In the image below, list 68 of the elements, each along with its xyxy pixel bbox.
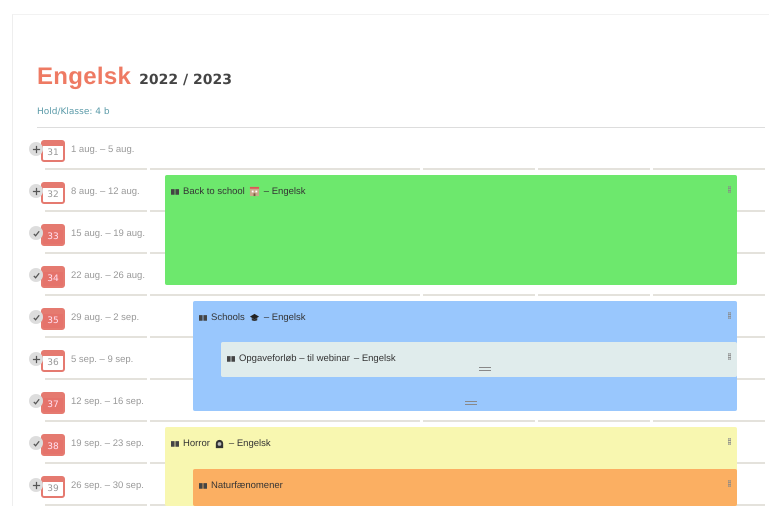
week-dates: 12 sep. – 16 sep. bbox=[71, 396, 144, 406]
week-dates: 22 aug. – 26 aug. bbox=[71, 270, 145, 280]
course-card[interactable]: Back to school – Engelsk bbox=[165, 175, 737, 285]
book-icon bbox=[199, 314, 207, 321]
course-title: Horror bbox=[183, 438, 210, 449]
week-number: 37 bbox=[41, 392, 65, 414]
drag-handle-icon[interactable] bbox=[728, 186, 731, 193]
course-title: Schools bbox=[211, 312, 245, 323]
school-year: 2022 / 2023 bbox=[139, 72, 232, 88]
course-card[interactable]: Schools – Engelsk Opgaveforløb – til webinar – Engelsk bbox=[193, 301, 737, 411]
course-title: Naturfænomener bbox=[211, 480, 283, 491]
add-button[interactable] bbox=[29, 142, 43, 156]
book-icon bbox=[171, 440, 179, 447]
check-icon bbox=[32, 396, 40, 406]
check-icon bbox=[32, 270, 40, 280]
week-number: 32 bbox=[41, 182, 65, 204]
check-icon bbox=[32, 312, 40, 322]
course-subject: – Engelsk bbox=[354, 353, 396, 364]
drag-handle-icon[interactable] bbox=[728, 312, 731, 319]
add-button[interactable] bbox=[29, 478, 43, 492]
course-subject: – Engelsk bbox=[228, 438, 271, 449]
course-subject: – Engelsk bbox=[264, 186, 306, 197]
check-icon bbox=[32, 438, 40, 448]
drag-handle-icon[interactable] bbox=[728, 480, 731, 487]
book-icon bbox=[227, 355, 235, 362]
course-subject: – Engelsk bbox=[264, 312, 306, 323]
week-number: 33 bbox=[41, 224, 65, 246]
class-label: Hold/Klasse: 4 b bbox=[37, 107, 111, 117]
book-icon bbox=[171, 188, 179, 195]
check-button[interactable] bbox=[29, 268, 43, 282]
plus-icon bbox=[32, 144, 40, 154]
plus-icon bbox=[32, 354, 40, 364]
week-number: 38 bbox=[41, 434, 65, 456]
week-number: 36 bbox=[41, 350, 65, 372]
course-title: Opgaveforløb – til webinar bbox=[239, 353, 350, 364]
week-number: 39 bbox=[41, 476, 65, 498]
week-dates: 1 aug. – 5 aug. bbox=[71, 144, 134, 154]
week-dates: 8 aug. – 12 aug. bbox=[71, 186, 140, 196]
hooded-figure-icon bbox=[214, 438, 225, 449]
week-number: 35 bbox=[41, 308, 65, 330]
check-button[interactable] bbox=[29, 436, 43, 450]
add-button[interactable] bbox=[29, 184, 43, 198]
drag-handle-icon[interactable] bbox=[728, 438, 731, 445]
week-dates: 26 sep. – 30 sep. bbox=[71, 480, 144, 490]
check-icon bbox=[32, 228, 40, 238]
plus-icon bbox=[32, 480, 40, 490]
mortarboard-icon bbox=[248, 312, 260, 323]
resize-handle-icon[interactable] bbox=[465, 401, 477, 405]
week-number: 34 bbox=[41, 266, 65, 288]
plus-icon bbox=[32, 186, 40, 196]
resize-handle-icon[interactable] bbox=[479, 367, 491, 371]
course-card[interactable]: Naturfænomener bbox=[193, 469, 737, 506]
course-card[interactable]: Horror – Engelsk Naturfænomener bbox=[165, 427, 737, 506]
week-dates: 5 sep. – 9 sep. bbox=[71, 354, 134, 364]
building-icon bbox=[248, 186, 260, 197]
course-card[interactable]: Opgaveforløb – til webinar – Engelsk bbox=[221, 342, 737, 377]
check-button[interactable] bbox=[29, 310, 43, 324]
add-button[interactable] bbox=[29, 352, 43, 366]
week-dates: 19 sep. – 23 sep. bbox=[71, 438, 144, 448]
week-dates: 15 aug. – 19 aug. bbox=[71, 228, 145, 238]
subject-title: Engelsk bbox=[37, 63, 132, 91]
check-button[interactable] bbox=[29, 226, 43, 240]
check-button[interactable] bbox=[29, 394, 43, 408]
week-number: 31 bbox=[41, 140, 65, 162]
course-title: Back to school bbox=[183, 186, 245, 197]
week-dates: 29 aug. – 2 sep. bbox=[71, 312, 140, 322]
drag-handle-icon[interactable] bbox=[728, 353, 731, 360]
book-icon bbox=[199, 482, 207, 489]
